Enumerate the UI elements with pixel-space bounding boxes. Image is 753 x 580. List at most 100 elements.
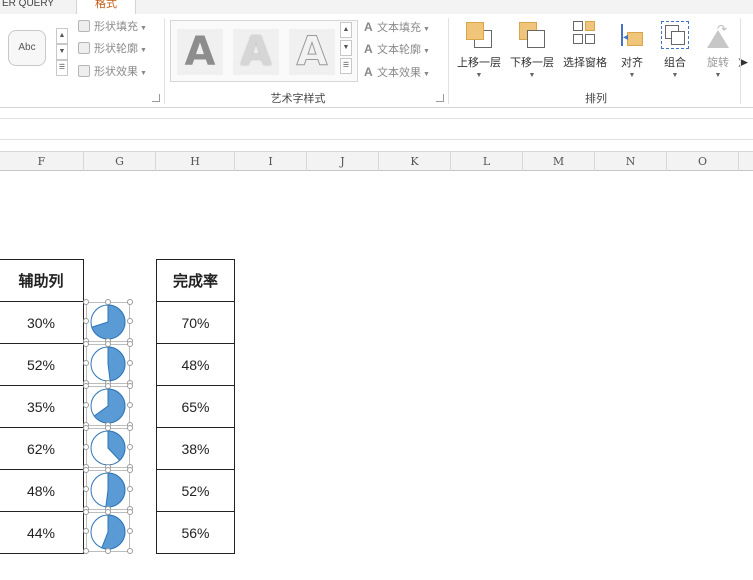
resize-handle[interactable] — [127, 299, 133, 305]
gallery-down-button[interactable]: ▼ — [56, 44, 68, 60]
resize-handle[interactable] — [105, 509, 111, 515]
wordart-launcher-icon[interactable] — [436, 94, 444, 102]
gallery-more-button[interactable]: ☰ — [56, 60, 68, 76]
resize-handle[interactable] — [127, 402, 133, 408]
shape-styles-launcher-icon[interactable] — [152, 94, 160, 102]
resize-handle[interactable] — [83, 318, 89, 324]
wordart-style-1[interactable]: A — [177, 29, 223, 75]
wordart-style-3[interactable]: A — [289, 29, 335, 76]
resize-handle[interactable] — [83, 467, 89, 473]
shape-style-preview[interactable]: Abc — [8, 30, 46, 66]
resize-handle[interactable] — [105, 383, 111, 389]
resize-handle[interactable] — [127, 341, 133, 347]
completion-cell[interactable]: 38% — [156, 427, 235, 470]
mini-pie-chart[interactable] — [83, 509, 133, 554]
rotate-icon: ↷ — [703, 20, 733, 50]
resize-handle[interactable] — [83, 299, 89, 305]
column-header-h[interactable]: H — [156, 152, 235, 171]
completion-cell[interactable]: 56% — [156, 511, 235, 554]
resize-handle[interactable] — [127, 528, 133, 534]
completion-header-cell[interactable]: 完成率 — [156, 259, 235, 302]
text-effects-button[interactable]: A 文本效果 ▼ — [364, 63, 430, 81]
formula-bar[interactable] — [0, 118, 753, 140]
mini-pie-chart[interactable] — [83, 299, 133, 344]
align-icon: ◂ — [617, 20, 647, 50]
text-fill-icon: A — [364, 20, 373, 34]
helper-cell[interactable]: 30% — [0, 301, 84, 344]
column-header-o[interactable]: O — [667, 152, 739, 171]
tab-format[interactable]: 格式 — [76, 0, 136, 14]
selection-pane-button[interactable]: 选择窗格 — [561, 20, 609, 70]
resize-handle[interactable] — [83, 444, 89, 450]
shape-outline-button[interactable]: 形状轮廓 ▼ — [78, 40, 147, 58]
wordart-gallery-more-button[interactable]: ☰ — [340, 58, 352, 74]
completion-cell[interactable]: 52% — [156, 469, 235, 512]
resize-handle[interactable] — [127, 360, 133, 366]
resize-handle[interactable] — [127, 486, 133, 492]
helper-header-cell[interactable]: 辅助列 — [0, 259, 84, 302]
helper-cell[interactable]: 62% — [0, 427, 84, 470]
resize-handle[interactable] — [83, 486, 89, 492]
column-header-m[interactable]: M — [523, 152, 595, 171]
resize-handle[interactable] — [127, 318, 133, 324]
completion-rate-table: 完成率 70% 48% 65% 38% 52% 56% — [156, 259, 235, 554]
resize-handle[interactable] — [83, 509, 89, 515]
mini-pie-chart[interactable] — [83, 425, 133, 470]
resize-handle[interactable] — [83, 402, 89, 408]
resize-handle[interactable] — [105, 467, 111, 473]
pie-svg — [90, 514, 126, 550]
helper-cell[interactable]: 35% — [0, 385, 84, 428]
tab-power-query[interactable]: ER QUERY — [0, 0, 74, 14]
column-header-g[interactable]: G — [84, 152, 156, 171]
chevron-down-icon: ▼ — [671, 72, 679, 79]
resize-handle[interactable] — [127, 548, 133, 554]
group-divider — [740, 18, 741, 104]
resize-handle[interactable] — [127, 444, 133, 450]
mini-pie-chart[interactable] — [83, 341, 133, 386]
resize-handle[interactable] — [83, 425, 89, 431]
resize-handle[interactable] — [105, 299, 111, 305]
text-fill-button[interactable]: A 文本填充 ▼ — [364, 18, 430, 36]
chevron-down-icon: ▼ — [475, 72, 483, 79]
resize-handle[interactable] — [83, 548, 89, 554]
resize-handle[interactable] — [83, 360, 89, 366]
shape-effects-button[interactable]: 形状效果 ▼ — [78, 63, 147, 81]
gallery-up-button[interactable]: ▲ — [56, 28, 68, 44]
resize-handle[interactable] — [83, 528, 89, 534]
helper-cell[interactable]: 48% — [0, 469, 84, 512]
mini-pie-chart[interactable] — [83, 383, 133, 428]
resize-handle[interactable] — [83, 383, 89, 389]
wordart-style-2[interactable]: A — [233, 29, 279, 75]
rotate-button[interactable]: ↷ 旋转 ▼ — [700, 20, 736, 79]
resize-handle[interactable] — [83, 341, 89, 347]
column-header-k[interactable]: K — [379, 152, 451, 171]
helper-cell[interactable]: 52% — [0, 343, 84, 386]
wordart-gallery-down-button[interactable]: ▼ — [340, 40, 352, 56]
resize-handle[interactable] — [127, 383, 133, 389]
column-header-j[interactable]: J — [307, 152, 379, 171]
column-header-f[interactable]: F — [0, 152, 84, 171]
text-outline-button[interactable]: A 文本轮廓 ▼ — [364, 40, 430, 58]
resize-handle[interactable] — [105, 341, 111, 347]
bring-forward-button[interactable]: 上移一层 ▼ — [455, 20, 503, 79]
shape-fill-button[interactable]: 形状填充 ▼ — [78, 18, 147, 36]
column-header-i[interactable]: I — [235, 152, 307, 171]
wordart-gallery-up-button[interactable]: ▲ — [340, 22, 352, 38]
completion-cell[interactable]: 48% — [156, 343, 235, 386]
group-button[interactable]: 组合 ▼ — [657, 20, 693, 79]
resize-handle[interactable] — [105, 548, 111, 554]
resize-handle[interactable] — [127, 509, 133, 515]
worksheet-grid[interactable]: 辅助列 30% 52% 35% 62% 48% 44% 完成率 70% 48% … — [0, 171, 753, 580]
pie-filled-slice — [105, 472, 126, 508]
resize-handle[interactable] — [127, 467, 133, 473]
column-header-n[interactable]: N — [595, 152, 667, 171]
resize-handle[interactable] — [105, 425, 111, 431]
resize-handle[interactable] — [127, 425, 133, 431]
helper-cell[interactable]: 44% — [0, 511, 84, 554]
completion-cell[interactable]: 70% — [156, 301, 235, 344]
completion-cell[interactable]: 65% — [156, 385, 235, 428]
column-header-l[interactable]: L — [451, 152, 523, 171]
send-backward-button[interactable]: 下移一层 ▼ — [508, 20, 556, 79]
mini-pie-chart[interactable] — [83, 467, 133, 512]
align-button[interactable]: ◂ 对齐 ▼ — [614, 20, 650, 79]
